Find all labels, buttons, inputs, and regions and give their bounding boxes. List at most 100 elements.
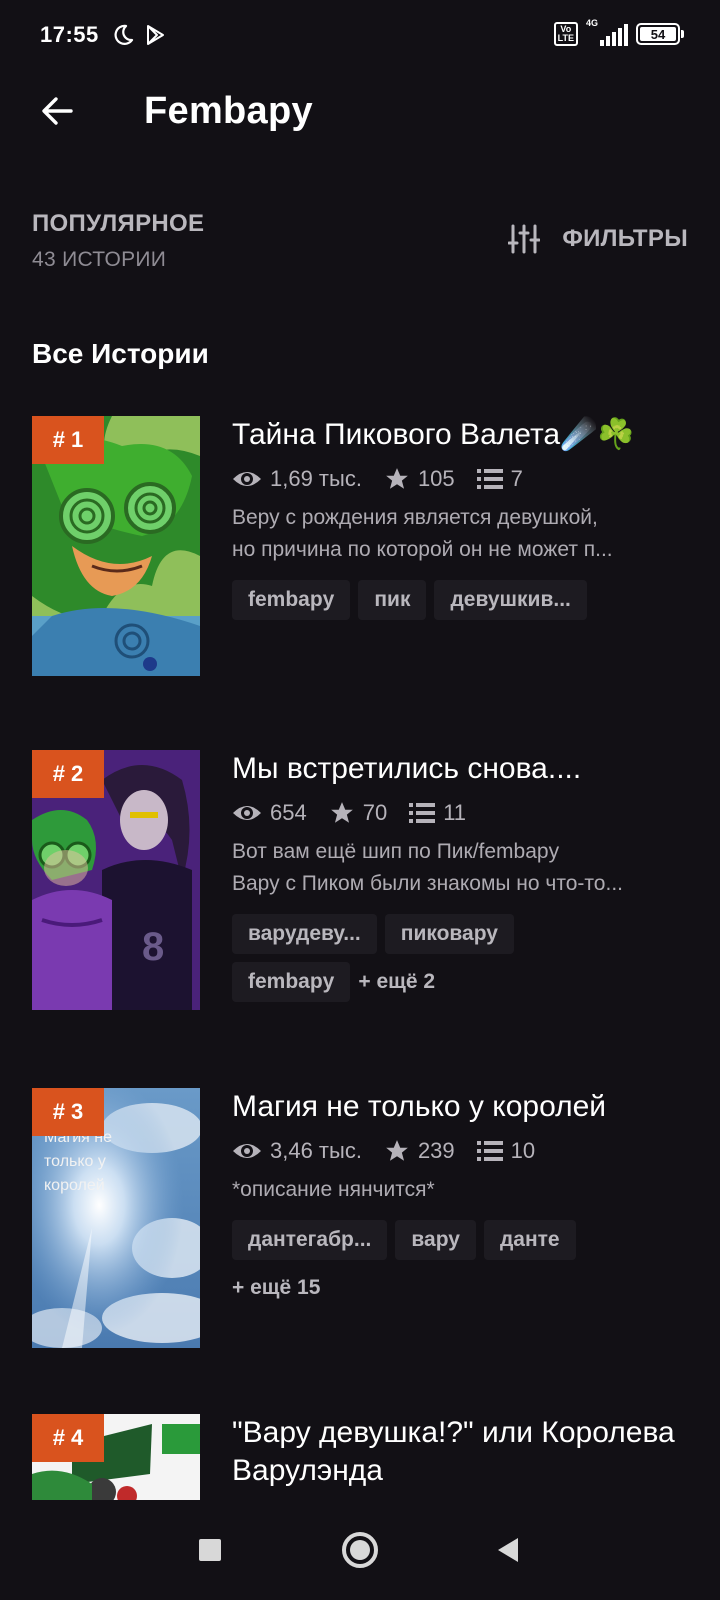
story-info: Тайна Пикового Валета☄️☘️ 1,69 тыс. 105 … xyxy=(232,416,692,620)
back-button[interactable] xyxy=(32,86,82,136)
description-line: *описание нянчится* xyxy=(232,1178,435,1201)
parts-count: 10 xyxy=(510,1138,536,1163)
svg-text:8: 8 xyxy=(142,925,164,969)
star-icon xyxy=(386,468,408,489)
story-description: Веру с рождения является девушкой, но пр… xyxy=(232,502,692,566)
story-cover[interactable]: Магия не только у королей # 3 xyxy=(32,1088,200,1348)
tag-chip[interactable]: fembapy xyxy=(232,962,351,1002)
votes-count: 239 xyxy=(417,1138,455,1163)
votes-stat: 239 xyxy=(384,1138,455,1164)
tag-chip[interactable]: данте xyxy=(483,1220,576,1260)
tag-chip[interactable]: дантегабр... xyxy=(232,1220,388,1260)
reads-stat: 3,46 тыс. xyxy=(232,1138,362,1164)
story-title[interactable]: Тайна Пикового Валета☄️☘️ xyxy=(232,416,692,454)
tag-chip[interactable]: fembapy xyxy=(232,580,351,620)
story-title[interactable]: Магия не только у королей xyxy=(232,1088,692,1126)
sort-selector[interactable]: ПОПУЛЯРНОЕ 43 ИСТОРИИ xyxy=(32,210,204,272)
tag-list: дантегабр... вару данте + ещё 15 xyxy=(232,1220,632,1308)
status-bar: 17:55 Vo LTE 4G 54 xyxy=(0,0,720,70)
back-nav-button[interactable] xyxy=(486,1528,530,1572)
volte-icon: Vo LTE xyxy=(553,22,578,46)
story-title[interactable]: "Вару девушка!?" или Королева Варулэнда xyxy=(232,1414,692,1490)
description-line: Вот вам ещё шип по Пик/fembapy xyxy=(232,840,560,863)
description-line: Вару с Пиком были знакомы но что-то... xyxy=(232,872,623,895)
battery-level: 54 xyxy=(640,27,676,42)
description-line: Веру с рождения является девушкой, xyxy=(232,506,598,529)
tag-chip[interactable]: вару xyxy=(395,1220,476,1260)
parts-count: 11 xyxy=(443,800,467,825)
more-tags-link[interactable]: + ещё 2 xyxy=(358,962,435,1002)
story-card[interactable]: Магия не только у королей # 3 Магия не т… xyxy=(32,1088,692,1348)
story-description: *описание нянчится* xyxy=(232,1174,692,1206)
list-icon xyxy=(476,1141,503,1161)
more-tags-link[interactable]: + ещё 15 xyxy=(232,1268,320,1308)
votes-count: 70 xyxy=(362,800,388,825)
network-type: 4G xyxy=(586,18,599,28)
square-icon xyxy=(199,1539,221,1561)
story-count: 43 ИСТОРИИ xyxy=(32,248,167,271)
tag-list: fembapy пик девушкив... xyxy=(232,580,692,620)
moon-icon xyxy=(111,23,135,47)
star-icon xyxy=(330,802,353,823)
reads-stat: 1,69 тыс. xyxy=(232,466,362,492)
tag-chip[interactable]: пик xyxy=(358,580,427,620)
story-info: Мы встретились снова.... 654 70 11 Вот в… xyxy=(232,750,692,1002)
section-title: Все Истории xyxy=(32,338,209,369)
eye-icon xyxy=(233,472,261,486)
system-nav-bar xyxy=(0,1500,720,1600)
story-title[interactable]: Мы встретились снова.... xyxy=(232,750,692,788)
story-cover[interactable]: 8 # 2 xyxy=(32,750,200,1010)
tag-chip[interactable]: варудеву... xyxy=(232,914,377,954)
sort-label: ПОПУЛЯРНОЕ xyxy=(32,210,205,237)
filters-button[interactable]: ФИЛЬТРЫ xyxy=(508,224,688,254)
page-title: Fembapy xyxy=(144,90,313,132)
reads-count: 654 xyxy=(270,800,307,825)
story-info: Магия не только у королей 3,46 тыс. 239 … xyxy=(232,1088,692,1308)
recents-button[interactable] xyxy=(188,1528,232,1572)
signal-icon: 4G xyxy=(586,18,628,46)
eye-icon xyxy=(233,806,261,820)
cover-title-text: Магия не только у королей xyxy=(44,1129,113,1194)
star-icon xyxy=(386,1140,408,1161)
rank-badge: # 2 xyxy=(32,750,104,798)
eye-icon xyxy=(233,1144,261,1158)
rank-badge: # 3 xyxy=(32,1088,104,1136)
story-description: Вот вам ещё шип по Пик/fembapy Вару с Пи… xyxy=(232,836,692,900)
votes-stat: 105 xyxy=(384,466,455,492)
list-icon xyxy=(476,469,503,489)
list-icon xyxy=(409,803,436,823)
parts-stat: 10 xyxy=(476,1138,536,1164)
tag-list: варудеву... пиковару fembapy + ещё 2 xyxy=(232,914,632,1002)
sliders-icon xyxy=(508,224,541,254)
story-cover[interactable]: # 4 xyxy=(32,1414,200,1502)
tag-chip[interactable]: девушкив... xyxy=(434,580,587,620)
story-card[interactable]: # 1 Тайна Пикового Валета☄️☘️ 1,69 тыс. … xyxy=(32,416,692,676)
parts-count: 7 xyxy=(510,466,523,491)
triangle-back-icon xyxy=(498,1538,518,1562)
tag-chip[interactable]: пиковару xyxy=(384,914,514,954)
status-time: 17:55 xyxy=(40,22,99,47)
story-stats: 1,69 тыс. 105 7 xyxy=(232,464,692,494)
rank-badge: # 1 xyxy=(32,416,104,464)
story-info: "Вару девушка!?" или Королева Варулэнда xyxy=(232,1414,692,1490)
story-stats: 3,46 тыс. 239 10 xyxy=(232,1136,692,1166)
filters-label: ФИЛЬТРЫ xyxy=(562,225,688,252)
rank-badge: # 4 xyxy=(32,1414,104,1462)
story-card[interactable]: 8 # 2 Мы встретились снова.... 654 70 11 xyxy=(32,750,692,1010)
reads-count: 1,69 тыс. xyxy=(270,466,362,491)
play-store-icon xyxy=(143,23,167,47)
parts-stat: 7 xyxy=(476,466,523,492)
story-stats: 654 70 11 xyxy=(232,798,692,828)
home-button[interactable] xyxy=(338,1528,382,1572)
description-line: но причина по которой он не может п... xyxy=(232,538,613,561)
votes-count: 105 xyxy=(417,466,455,491)
status-icons: Vo LTE 4G 54 xyxy=(553,18,684,46)
story-cover[interactable]: # 1 xyxy=(32,416,200,676)
home-circle-icon xyxy=(342,1532,378,1568)
reads-stat: 654 xyxy=(232,800,307,826)
arrow-left-icon xyxy=(42,97,73,125)
reads-count: 3,46 тыс. xyxy=(270,1138,362,1163)
app-bar: Fembapy xyxy=(0,72,720,152)
story-card[interactable]: # 4 "Вару девушка!?" или Королева Варулэ… xyxy=(32,1414,692,1502)
parts-stat: 11 xyxy=(409,800,466,826)
